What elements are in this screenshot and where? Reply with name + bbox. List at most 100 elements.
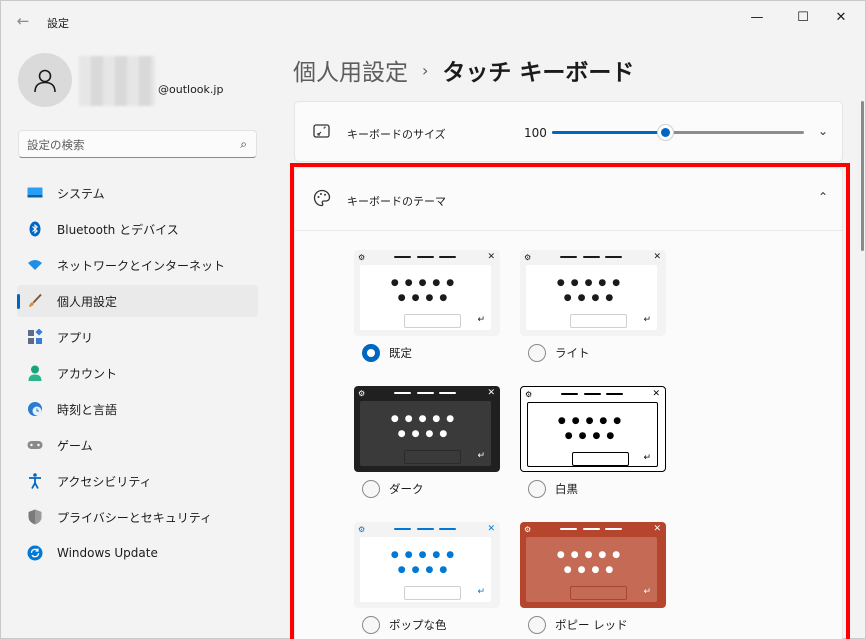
theme-label: ポピー レッド [555,618,628,632]
app-title: 設定 [47,17,69,30]
sidebar-item-label: 個人用設定 [57,294,118,309]
spacebar [404,450,461,464]
keyboard-body: ●●●●● ●●●● ↵ [360,265,491,330]
theme-radio-row[interactable]: 既定 [362,344,412,362]
chevron-up-icon[interactable]: ⌃ [818,190,828,204]
close-icon: ✕ [487,388,495,398]
theme-radio-row[interactable]: ダーク [362,480,424,498]
theme-option-1[interactable]: ⚙ ✕ ●●●●● ●●●● ↵ ライト [520,250,666,362]
keyboard-theme-label: キーボードのテーマ [347,195,446,208]
close-button[interactable]: ✕ [818,1,864,33]
sidebar-item-label: Windows Update [57,546,158,560]
gear-icon: ⚙ [358,253,366,262]
spacebar [572,452,629,466]
theme-radio-button[interactable] [528,616,546,634]
close-icon: ✕ [653,524,661,534]
keyboard-body: ●●●●● ●●●● ↵ [527,402,658,467]
search-icon[interactable]: ⌕ [240,137,247,152]
sidebar-item-label: システム [57,186,105,201]
theme-option-3[interactable]: ⚙ ✕ ●●●●● ●●●● ↵ 白黒 [520,386,666,498]
sidebar-item-10[interactable]: Windows Update [17,537,258,569]
keyboard-size-slider[interactable] [552,124,804,141]
theme-radio-button[interactable] [362,480,380,498]
gamepad-icon [27,437,43,453]
bluetooth-icon [27,221,43,237]
search-box[interactable]: ⌕ [18,130,257,158]
gear-icon: ⚙ [524,253,532,262]
avatar [18,53,72,107]
theme-radio-row[interactable]: ポピー レッド [528,616,628,634]
keyboard-body: ●●●●● ●●●● ↵ [526,265,657,330]
sidebar-item-1[interactable]: Bluetooth とデバイス [17,213,258,245]
enter-key-icon: ↵ [477,587,485,597]
sidebar-item-6[interactable]: 時刻と言語 [17,393,258,425]
back-arrow-icon: ← [16,12,30,30]
sidebar-item-2[interactable]: ネットワークとインターネット [17,249,258,281]
theme-label: 白黒 [555,482,578,496]
sidebar-item-label: アカウント [57,366,118,381]
theme-radio-row[interactable]: ポップな色 [362,616,447,634]
key-row: ●●●●● [390,414,461,424]
theme-option-4[interactable]: ⚙ ✕ ●●●●● ●●●● ↵ ポップな色 [354,522,500,634]
close-icon: ✕ [487,524,495,534]
sidebar-item-0[interactable]: システム [17,177,258,209]
handle-dashes [560,256,622,258]
theme-label: ライト [555,346,590,360]
slider-thumb[interactable] [657,124,675,141]
minimize-button[interactable]: — [734,1,780,33]
keyboard-preview[interactable]: ⚙ ✕ ●●●●● ●●●● ↵ [520,522,666,608]
sidebar-item-5[interactable]: アカウント [17,357,258,389]
system-icon [27,185,43,201]
theme-option-2[interactable]: ⚙ ✕ ●●●●● ●●●● ↵ ダーク [354,386,500,498]
back-button[interactable]: ← [11,9,35,33]
scrollbar[interactable] [861,101,864,251]
keyboard-preview[interactable]: ⚙ ✕ ●●●●● ●●●● ↵ [520,250,666,336]
theme-option-5[interactable]: ⚙ ✕ ●●●●● ●●●● ↵ ポピー レッド [520,522,666,634]
close-icon: ✕ [487,252,495,262]
settings-window: ← 設定 — ☐ ✕ @outlook.jp ⌕ システム Bluetooth と… [0,0,866,639]
keyboard-preview[interactable]: ⚙ ✕ ●●●●● ●●●● ↵ [354,386,500,472]
account-icon [27,365,43,381]
brush-icon [27,293,43,309]
gear-icon: ⚙ [524,525,532,534]
theme-radio-row[interactable]: 白黒 [528,480,578,498]
sidebar-item-label: プライバシーとセキュリティ [57,510,213,525]
keyboard-preview[interactable]: ⚙ ✕ ●●●●● ●●●● ↵ [354,250,500,336]
spacebar [570,314,627,328]
sidebar-item-8[interactable]: アクセシビリティ [17,465,258,497]
search-input[interactable] [27,136,227,154]
sidebar-item-label: Bluetooth とデバイス [57,222,179,237]
sidebar-item-4[interactable]: アプリ [17,321,258,353]
chevron-down-icon[interactable]: ⌄ [818,124,828,138]
theme-radio-button[interactable] [362,344,380,362]
sidebar-item-label: ゲーム [57,438,93,453]
breadcrumb-separator: › [422,60,429,80]
sidebar-item-9[interactable]: プライバシーとセキュリティ [17,501,258,533]
breadcrumb: 個人用設定 › タッチ キーボード [293,53,634,87]
spacebar [570,586,627,600]
close-icon: ✕ [653,252,661,262]
page-title: タッチ キーボード [442,60,635,86]
handle-dashes [561,393,623,395]
theme-radio-button[interactable] [528,344,546,362]
theme-label: 既定 [389,346,412,360]
keyboard-size-card: キーボードのサイズ 100 ⌄ [294,101,843,162]
theme-radio-button[interactable] [528,480,546,498]
theme-option-0[interactable]: ⚙ ✕ ●●●●● ●●●● ↵ 既定 [354,250,500,362]
keyboard-preview[interactable]: ⚙ ✕ ●●●●● ●●●● ↵ [520,386,666,472]
key-row: ●●●● [563,293,620,303]
sidebar-item-3[interactable]: 個人用設定 [17,285,258,317]
enter-key-icon: ↵ [643,587,651,597]
breadcrumb-parent[interactable]: 個人用設定 [293,53,408,87]
sidebar-item-7[interactable]: ゲーム [17,429,258,461]
enter-key-icon: ↵ [643,453,651,463]
spacebar [404,314,461,328]
handle-dashes [394,392,456,394]
network-icon [27,257,43,273]
keyboard-preview[interactable]: ⚙ ✕ ●●●●● ●●●● ↵ [354,522,500,608]
keyboard-size-value: 100 [524,126,547,140]
theme-radio-row[interactable]: ライト [528,344,590,362]
theme-radio-button[interactable] [362,616,380,634]
keyboard-theme-header[interactable]: キーボードのテーマ ⌃ [295,168,842,231]
update-icon [27,545,43,561]
